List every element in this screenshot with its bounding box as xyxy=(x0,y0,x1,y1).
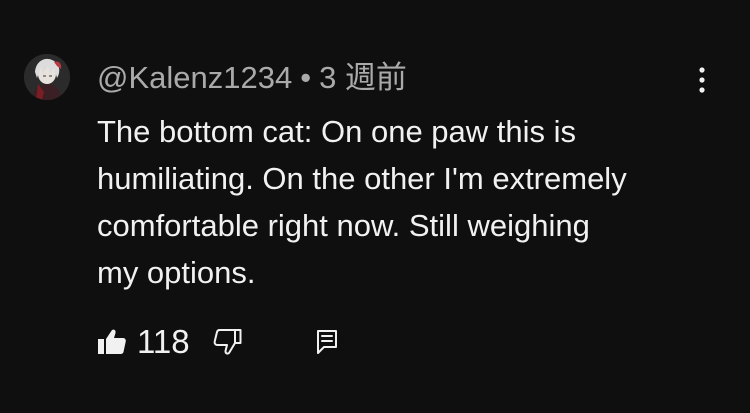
reply-button[interactable] xyxy=(316,329,338,355)
thumbs-up-filled-icon xyxy=(98,329,126,354)
vertical-dots-icon xyxy=(699,67,705,93)
like-button[interactable] xyxy=(97,328,127,356)
avatar[interactable] xyxy=(24,54,70,100)
comment-timestamp[interactable]: 3 週前 xyxy=(319,60,407,95)
comment-thread: @Kalenz1234 • 3 週前 The bottom cat: On one … xyxy=(0,0,750,413)
thumbs-down-outline-icon xyxy=(213,329,242,355)
comment-text: The bottom cat: On one paw this is humil… xyxy=(97,114,627,290)
more-options-button[interactable] xyxy=(690,64,714,96)
dislike-button[interactable] xyxy=(212,328,242,356)
reply-comment-icon xyxy=(316,330,337,354)
comment-actions: 118 xyxy=(97,322,338,362)
comment-header: @Kalenz1234 • 3 週前 xyxy=(97,58,407,98)
like-count: 118 xyxy=(137,323,190,360)
separator-dot: • xyxy=(300,60,312,95)
author-name[interactable]: @Kalenz1234 xyxy=(97,60,292,95)
avatar-image xyxy=(24,54,70,100)
